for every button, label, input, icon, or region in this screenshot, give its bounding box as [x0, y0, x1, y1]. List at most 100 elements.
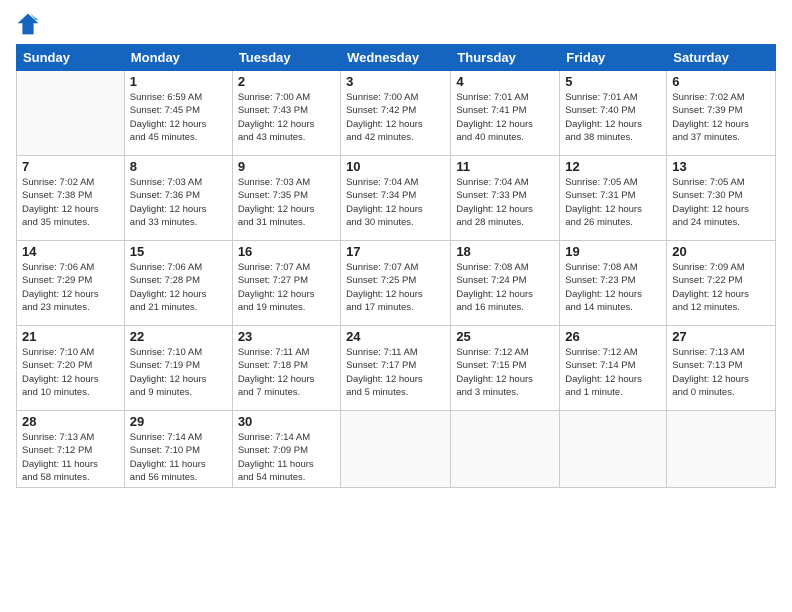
day-info: Sunrise: 7:04 AM Sunset: 7:34 PM Dayligh…: [346, 176, 445, 229]
calendar-cell: 22 Sunrise: 7:10 AM Sunset: 7:19 PM Dayli…: [124, 326, 232, 411]
day-info: Sunrise: 7:07 AM Sunset: 7:27 PM Dayligh…: [238, 261, 335, 314]
calendar-cell: 1 Sunrise: 6:59 AM Sunset: 7:45 PM Daylig…: [124, 71, 232, 156]
calendar-cell: 5Sunrise: 7:01 AM Sunset: 7:40 PM Daylig…: [560, 71, 667, 156]
calendar-cell: 10 Sunrise: 7:04 AM Sunset: 7:34 PM Dayli…: [341, 156, 451, 241]
day-info: Sunrise: 7:00 AM Sunset: 7:43 PM Dayligh…: [238, 91, 335, 144]
day-info: Sunrise: 7:02 AM Sunset: 7:39 PM Dayligh…: [672, 91, 770, 144]
calendar-container: SundayMondayTuesdayWednesdayThursdayFrid…: [0, 0, 792, 612]
calendar-cell: [560, 411, 667, 488]
day-info: Sunrise: 7:02 AM Sunset: 7:38 PM Dayligh…: [22, 176, 119, 229]
day-of-week-header: Thursday: [451, 45, 560, 71]
day-number: 29: [130, 414, 227, 429]
day-number: 6: [672, 74, 770, 89]
logo-icon: [16, 12, 40, 36]
day-info: Sunrise: 6:59 AM Sunset: 7:45 PM Dayligh…: [130, 91, 227, 144]
day-of-week-header: Monday: [124, 45, 232, 71]
calendar-cell: 8Sunrise: 7:03 AM Sunset: 7:36 PM Daylig…: [124, 156, 232, 241]
calendar-table: SundayMondayTuesdayWednesdayThursdayFrid…: [16, 44, 776, 488]
page-header: [16, 12, 776, 36]
day-number: 10: [346, 159, 445, 174]
day-info: Sunrise: 7:10 AM Sunset: 7:20 PM Dayligh…: [22, 346, 119, 399]
calendar-cell: 13 Sunrise: 7:05 AM Sunset: 7:30 PM Dayli…: [667, 156, 776, 241]
calendar-cell: 18 Sunrise: 7:08 AM Sunset: 7:24 PM Dayli…: [451, 241, 560, 326]
day-info: Sunrise: 7:11 AM Sunset: 7:18 PM Dayligh…: [238, 346, 335, 399]
day-info: Sunrise: 7:08 AM Sunset: 7:24 PM Dayligh…: [456, 261, 554, 314]
calendar-cell: 17 Sunrise: 7:07 AM Sunset: 7:25 PM Dayli…: [341, 241, 451, 326]
calendar-cell: 21 Sunrise: 7:10 AM Sunset: 7:20 PM Dayli…: [17, 326, 125, 411]
day-number: 4: [456, 74, 554, 89]
day-info: Sunrise: 7:13 AM Sunset: 7:12 PM Dayligh…: [22, 431, 119, 484]
day-info: Sunrise: 7:01 AM Sunset: 7:40 PM Dayligh…: [565, 91, 661, 144]
day-number: 22: [130, 329, 227, 344]
day-info: Sunrise: 7:14 AM Sunset: 7:10 PM Dayligh…: [130, 431, 227, 484]
day-number: 23: [238, 329, 335, 344]
calendar-cell: 30 Sunrise: 7:14 AM Sunset: 7:09 PM Dayli…: [232, 411, 340, 488]
calendar-cell: [667, 411, 776, 488]
day-number: 24: [346, 329, 445, 344]
calendar-week-row: 7 Sunrise: 7:02 AM Sunset: 7:38 PM Daylig…: [17, 156, 776, 241]
day-number: 26: [565, 329, 661, 344]
calendar-week-row: 21 Sunrise: 7:10 AM Sunset: 7:20 PM Dayli…: [17, 326, 776, 411]
calendar-cell: 14Sunrise: 7:06 AM Sunset: 7:29 PM Dayli…: [17, 241, 125, 326]
day-number: 2: [238, 74, 335, 89]
calendar-cell: 4 Sunrise: 7:01 AM Sunset: 7:41 PM Daylig…: [451, 71, 560, 156]
day-number: 3: [346, 74, 445, 89]
day-number: 30: [238, 414, 335, 429]
day-number: 9: [238, 159, 335, 174]
day-of-week-header: Saturday: [667, 45, 776, 71]
calendar-cell: [451, 411, 560, 488]
day-number: 25: [456, 329, 554, 344]
day-info: Sunrise: 7:06 AM Sunset: 7:29 PM Dayligh…: [22, 261, 119, 314]
calendar-cell: 26Sunrise: 7:12 AM Sunset: 7:14 PM Dayli…: [560, 326, 667, 411]
day-info: Sunrise: 7:05 AM Sunset: 7:31 PM Dayligh…: [565, 176, 661, 229]
day-of-week-header: Sunday: [17, 45, 125, 71]
day-number: 7: [22, 159, 119, 174]
day-info: Sunrise: 7:14 AM Sunset: 7:09 PM Dayligh…: [238, 431, 335, 484]
day-info: Sunrise: 7:03 AM Sunset: 7:35 PM Dayligh…: [238, 176, 335, 229]
calendar-cell: 15Sunrise: 7:06 AM Sunset: 7:28 PM Dayli…: [124, 241, 232, 326]
day-info: Sunrise: 7:03 AM Sunset: 7:36 PM Dayligh…: [130, 176, 227, 229]
day-info: Sunrise: 7:09 AM Sunset: 7:22 PM Dayligh…: [672, 261, 770, 314]
day-number: 28: [22, 414, 119, 429]
calendar-cell: 29 Sunrise: 7:14 AM Sunset: 7:10 PM Dayli…: [124, 411, 232, 488]
day-number: 16: [238, 244, 335, 259]
calendar-cell: [341, 411, 451, 488]
calendar-cell: 27 Sunrise: 7:13 AM Sunset: 7:13 PM Dayli…: [667, 326, 776, 411]
day-info: Sunrise: 7:00 AM Sunset: 7:42 PM Dayligh…: [346, 91, 445, 144]
calendar-week-row: 28 Sunrise: 7:13 AM Sunset: 7:12 PM Dayli…: [17, 411, 776, 488]
day-info: Sunrise: 7:04 AM Sunset: 7:33 PM Dayligh…: [456, 176, 554, 229]
day-info: Sunrise: 7:10 AM Sunset: 7:19 PM Dayligh…: [130, 346, 227, 399]
day-info: Sunrise: 7:01 AM Sunset: 7:41 PM Dayligh…: [456, 91, 554, 144]
calendar-cell: 7 Sunrise: 7:02 AM Sunset: 7:38 PM Daylig…: [17, 156, 125, 241]
day-number: 18: [456, 244, 554, 259]
calendar-cell: 9 Sunrise: 7:03 AM Sunset: 7:35 PM Daylig…: [232, 156, 340, 241]
day-number: 27: [672, 329, 770, 344]
calendar-cell: 3 Sunrise: 7:00 AM Sunset: 7:42 PM Daylig…: [341, 71, 451, 156]
day-info: Sunrise: 7:12 AM Sunset: 7:15 PM Dayligh…: [456, 346, 554, 399]
day-of-week-header: Tuesday: [232, 45, 340, 71]
day-of-week-header: Wednesday: [341, 45, 451, 71]
day-number: 17: [346, 244, 445, 259]
day-number: 1: [130, 74, 227, 89]
day-number: 19: [565, 244, 661, 259]
calendar-cell: 19Sunrise: 7:08 AM Sunset: 7:23 PM Dayli…: [560, 241, 667, 326]
day-info: Sunrise: 7:11 AM Sunset: 7:17 PM Dayligh…: [346, 346, 445, 399]
calendar-week-row: 14Sunrise: 7:06 AM Sunset: 7:29 PM Dayli…: [17, 241, 776, 326]
calendar-cell: 25 Sunrise: 7:12 AM Sunset: 7:15 PM Dayli…: [451, 326, 560, 411]
day-number: 21: [22, 329, 119, 344]
calendar-cell: 12 Sunrise: 7:05 AM Sunset: 7:31 PM Dayli…: [560, 156, 667, 241]
day-info: Sunrise: 7:05 AM Sunset: 7:30 PM Dayligh…: [672, 176, 770, 229]
day-number: 11: [456, 159, 554, 174]
day-number: 13: [672, 159, 770, 174]
day-number: 12: [565, 159, 661, 174]
day-info: Sunrise: 7:06 AM Sunset: 7:28 PM Dayligh…: [130, 261, 227, 314]
logo: [16, 12, 42, 36]
day-info: Sunrise: 7:07 AM Sunset: 7:25 PM Dayligh…: [346, 261, 445, 314]
calendar-cell: 28 Sunrise: 7:13 AM Sunset: 7:12 PM Dayli…: [17, 411, 125, 488]
calendar-cell: 2 Sunrise: 7:00 AM Sunset: 7:43 PM Daylig…: [232, 71, 340, 156]
calendar-week-row: 1 Sunrise: 6:59 AM Sunset: 7:45 PM Daylig…: [17, 71, 776, 156]
day-of-week-header: Friday: [560, 45, 667, 71]
day-info: Sunrise: 7:13 AM Sunset: 7:13 PM Dayligh…: [672, 346, 770, 399]
calendar-cell: 24 Sunrise: 7:11 AM Sunset: 7:17 PM Dayli…: [341, 326, 451, 411]
days-header-row: SundayMondayTuesdayWednesdayThursdayFrid…: [17, 45, 776, 71]
